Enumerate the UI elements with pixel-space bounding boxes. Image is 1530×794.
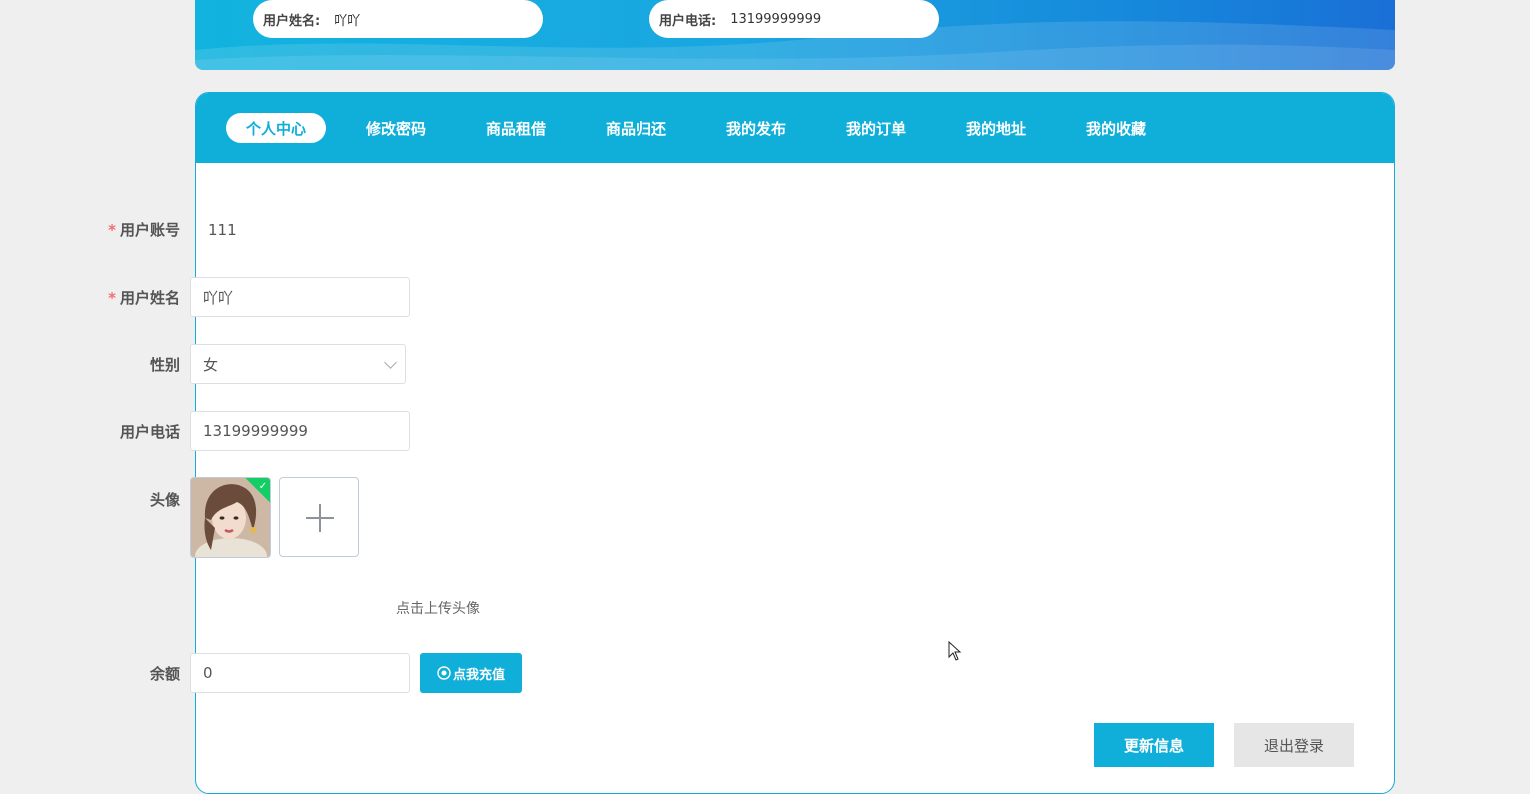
header-name-value: 吖吖 [334, 13, 361, 29]
coin-icon [437, 666, 451, 680]
avatar-thumbnail[interactable]: ✓ [190, 477, 271, 558]
header-banner: 用户姓名: 吖吖 用户电话: 13199999999 [195, 0, 1395, 70]
balance-label: 余额 [149, 664, 180, 683]
avatar-upload-hint: 点击上传头像 [396, 601, 480, 617]
check-icon: ✓ [258, 480, 268, 492]
balance-input[interactable]: 0 [190, 653, 410, 693]
tab-bar: 个人中心 修改密码 商品租借 商品归还 我的发布 我的订单 我的地址 我的收藏 [196, 93, 1394, 163]
required-mark: * [108, 288, 116, 307]
avatar-row: 头像 ✓ [0, 477, 359, 558]
phone-input[interactable]: 13199999999 [190, 411, 410, 451]
chevron-down-icon [384, 355, 397, 369]
recharge-label: 点我充值 [452, 667, 505, 683]
header-phone-value: 13199999999 [730, 11, 822, 27]
mouse-cursor-icon [948, 641, 962, 661]
account-value: 111 [208, 220, 237, 239]
avatar-upload-button[interactable] [279, 477, 359, 557]
name-label: * 用户姓名 [0, 287, 190, 308]
phone-row: 用户电话 13199999999 [0, 411, 410, 451]
header-name-label: 用户姓名: [263, 13, 321, 29]
name-row: * 用户姓名 吖吖 [0, 277, 410, 317]
required-mark: * [108, 221, 116, 239]
tab-my-favorites[interactable]: 我的收藏 [1066, 113, 1166, 143]
account-label-text: 用户账号 [119, 221, 180, 239]
tab-my-address[interactable]: 我的地址 [946, 113, 1046, 143]
tab-return-goods[interactable]: 商品归还 [586, 113, 686, 143]
tab-my-orders[interactable]: 我的订单 [826, 113, 926, 143]
gender-label: 性别 [149, 355, 180, 374]
account-row: * 用户账号 111 [0, 219, 237, 240]
avatar-label: 头像 [149, 491, 180, 509]
header-phone-pill: 用户电话: 13199999999 [649, 0, 939, 38]
account-label: * 用户账号 [0, 219, 190, 240]
gender-row: 性别 女 [0, 344, 406, 384]
update-info-button[interactable]: 更新信息 [1094, 723, 1214, 767]
name-label-text: 用户姓名 [119, 288, 180, 307]
balance-row: 余额 0 点我充值 [0, 653, 522, 693]
logout-button[interactable]: 退出登录 [1234, 723, 1354, 767]
phone-label: 用户电话 [119, 422, 180, 441]
header-phone-label: 用户电话: [659, 13, 717, 29]
tab-change-password[interactable]: 修改密码 [346, 113, 446, 143]
gender-value: 女 [203, 355, 219, 374]
tab-rent-goods[interactable]: 商品租借 [466, 113, 566, 143]
plus-icon-vertical [319, 504, 321, 532]
tab-my-posts[interactable]: 我的发布 [706, 113, 806, 143]
recharge-button[interactable]: 点我充值 [420, 653, 522, 693]
gender-select[interactable]: 女 [190, 344, 406, 384]
name-input[interactable]: 吖吖 [190, 277, 410, 317]
header-name-pill: 用户姓名: 吖吖 [253, 0, 543, 38]
tab-personal-center[interactable]: 个人中心 [226, 113, 326, 143]
